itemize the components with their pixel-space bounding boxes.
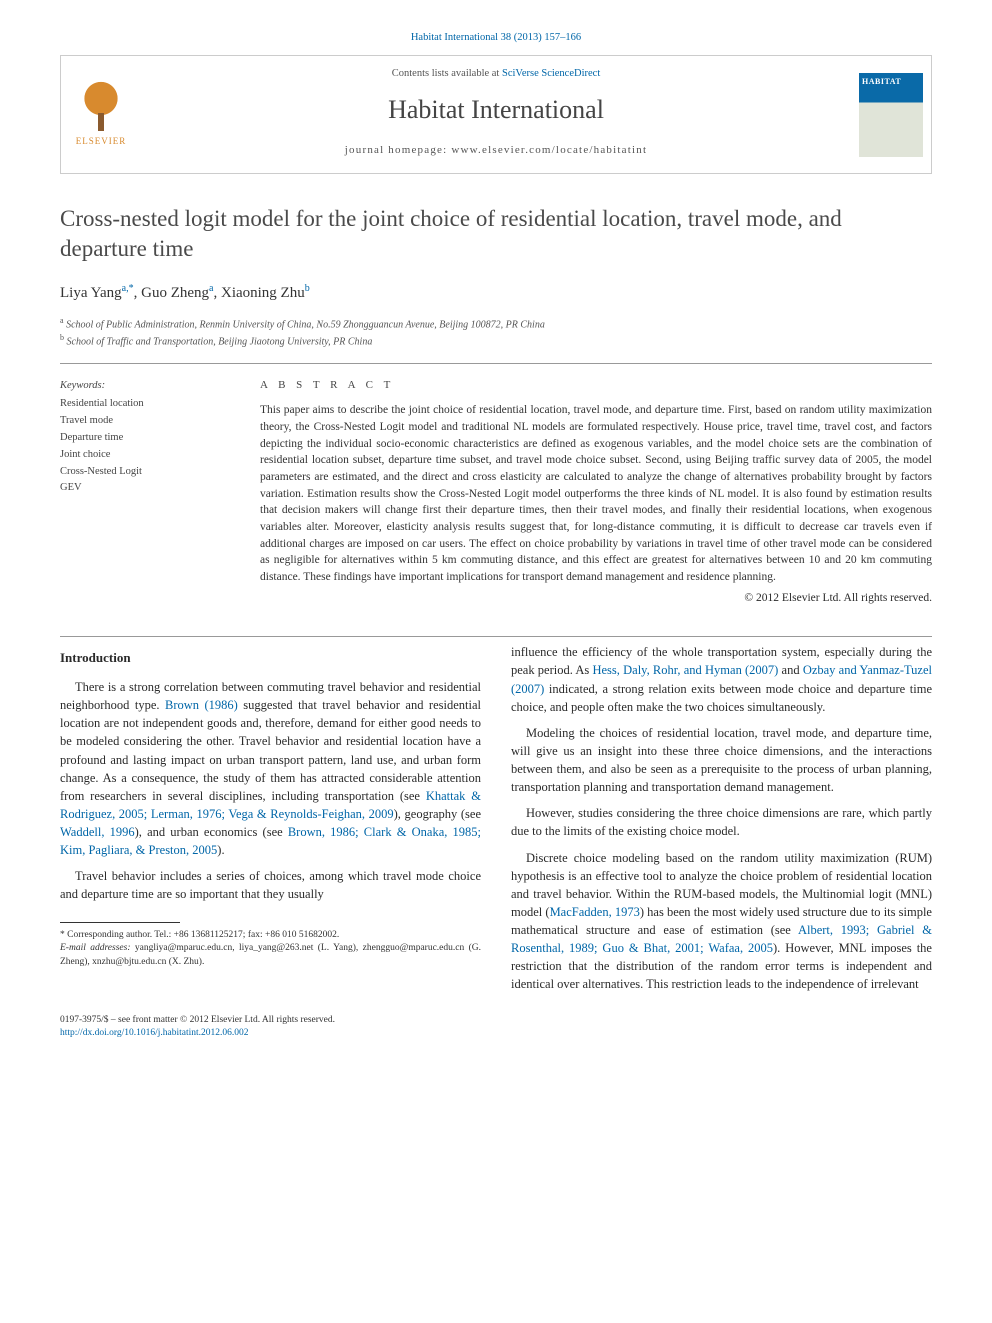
sciencedirect-link[interactable]: SciVerse ScienceDirect xyxy=(502,68,600,79)
keyword-4: Joint choice xyxy=(60,447,230,464)
email-label: E-mail addresses: xyxy=(60,943,131,953)
cite-waddell[interactable]: Waddell, 1996 xyxy=(60,825,135,839)
elsevier-tree-icon xyxy=(76,81,126,131)
affiliation-a: a School of Public Administration, Renmi… xyxy=(60,315,932,332)
keyword-6: GEV xyxy=(60,480,230,497)
p1d: ), and urban economics (see xyxy=(135,825,288,839)
intro-heading: Introduction xyxy=(60,649,481,668)
cite-brown-1986[interactable]: Brown (1986) xyxy=(165,698,238,712)
cite-hess[interactable]: Hess, Daly, Rohr, and Hyman (2007) xyxy=(592,663,778,677)
email-addresses: E-mail addresses: yangliya@mparuc.edu.cn… xyxy=(60,942,481,970)
p1e: ). xyxy=(217,843,224,857)
keyword-3: Departure time xyxy=(60,430,230,447)
page-footer: 0197-3975/$ – see front matter © 2012 El… xyxy=(60,1014,932,1042)
cite-macfadden[interactable]: MacFadden, 1973 xyxy=(550,905,640,919)
journal-name: Habitat International xyxy=(141,91,851,129)
abstract-head: A B S T R A C T xyxy=(260,378,932,394)
abstract-column: A B S T R A C T This paper aims to descr… xyxy=(260,378,932,606)
publisher-logo: ELSEVIER xyxy=(61,56,141,173)
affiliations: a School of Public Administration, Renmi… xyxy=(60,315,932,350)
p3b: and xyxy=(778,663,802,677)
p1c: ), geography (see xyxy=(394,807,481,821)
journal-header: ELSEVIER Contents lists available at Sci… xyxy=(60,55,932,174)
abstract-text: This paper aims to describe the joint ch… xyxy=(260,402,932,585)
author-1: Liya Yang xyxy=(60,285,122,301)
p3c: indicated, a strong relation exits betwe… xyxy=(511,682,932,714)
footnote-separator xyxy=(60,922,180,923)
corresponding-author: * Corresponding author. Tel.: +86 136811… xyxy=(60,929,481,943)
journal-cover: HABITAT xyxy=(851,56,931,173)
aff-b-text: School of Traffic and Transportation, Be… xyxy=(67,336,373,347)
affiliation-b: b School of Traffic and Transportation, … xyxy=(60,332,932,349)
abstract-row: Keywords: Residential location Travel mo… xyxy=(60,378,932,606)
author-3-sup: b xyxy=(305,283,310,294)
aff-a-sup: a xyxy=(60,316,64,325)
keywords-head: Keywords: xyxy=(60,378,230,393)
footnotes: * Corresponding author. Tel.: +86 136811… xyxy=(60,929,481,970)
rule-bottom xyxy=(60,636,932,637)
author-1-sup: a,* xyxy=(122,283,134,294)
author-2: Guo Zheng xyxy=(141,285,209,301)
intro-p6: Discrete choice modeling based on the ra… xyxy=(511,849,932,994)
intro-p4: Modeling the choices of residential loca… xyxy=(511,724,932,797)
homepage-url[interactable]: www.elsevier.com/locate/habitatint xyxy=(451,144,647,156)
article-title: Cross-nested logit model for the joint c… xyxy=(60,204,932,264)
rule-top xyxy=(60,363,932,364)
homepage-label: journal homepage: xyxy=(345,144,452,156)
issn-line: 0197-3975/$ – see front matter © 2012 El… xyxy=(60,1014,932,1028)
header-center: Contents lists available at SciVerse Sci… xyxy=(141,56,851,173)
intro-p1: There is a strong correlation between co… xyxy=(60,678,481,859)
abstract-copyright: © 2012 Elsevier Ltd. All rights reserved… xyxy=(260,590,932,607)
aff-a-text: School of Public Administration, Renmin … xyxy=(66,319,545,330)
citation-line: Habitat International 38 (2013) 157–166 xyxy=(60,30,932,45)
body-columns: Introduction There is a strong correlati… xyxy=(60,643,932,993)
intro-p5: However, studies considering the three c… xyxy=(511,804,932,840)
keyword-5: Cross-Nested Logit xyxy=(60,464,230,481)
keywords-column: Keywords: Residential location Travel mo… xyxy=(60,378,230,606)
author-3: Xiaoning Zhu xyxy=(221,285,305,301)
journal-homepage: journal homepage: www.elsevier.com/locat… xyxy=(141,143,851,159)
author-2-sup: a xyxy=(209,283,213,294)
p1b: suggested that travel behavior and resid… xyxy=(60,698,481,803)
contents-prefix: Contents lists available at xyxy=(392,68,502,79)
cover-thumbnail: HABITAT xyxy=(859,73,923,157)
intro-p2: Travel behavior includes a series of cho… xyxy=(60,867,481,903)
contents-available: Contents lists available at SciVerse Sci… xyxy=(141,66,851,81)
authors: Liya Yanga,*, Guo Zhenga, Xiaoning Zhub xyxy=(60,282,932,305)
intro-p3: influence the efficiency of the whole tr… xyxy=(511,643,932,716)
keyword-1: Residential location xyxy=(60,396,230,413)
doi-link[interactable]: http://dx.doi.org/10.1016/j.habitatint.2… xyxy=(60,1028,249,1038)
keyword-2: Travel mode xyxy=(60,413,230,430)
cover-title: HABITAT xyxy=(862,76,920,88)
aff-b-sup: b xyxy=(60,333,64,342)
publisher-name: ELSEVIER xyxy=(76,135,127,148)
